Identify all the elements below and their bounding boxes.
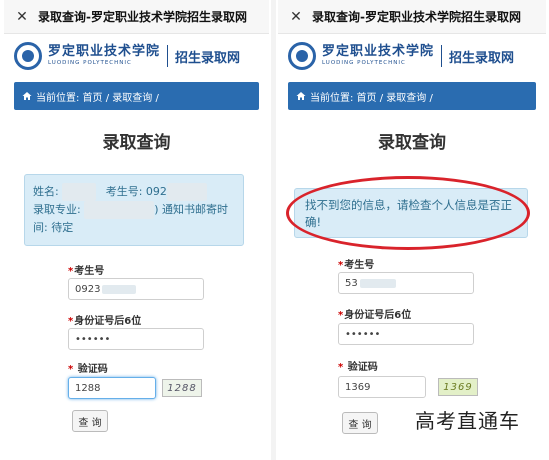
window-title: 录取查询-罗定职业技术学院招生录取网 bbox=[38, 10, 247, 24]
watermark-text: 高考直通车 bbox=[415, 409, 520, 433]
logo-english-name: LUODING POLYTECHNIC bbox=[322, 60, 406, 67]
query-button[interactable]: 查 询 bbox=[72, 410, 108, 432]
exam-no-input[interactable]: 53x bbox=[338, 272, 474, 294]
query-button[interactable]: 查 询 bbox=[342, 412, 378, 434]
id-last6-label: *身份证号后6位 bbox=[68, 316, 142, 327]
logo-chinese-name: 罗定职业技术学院 bbox=[322, 44, 435, 60]
title-bar: ✕ 录取查询-罗定职业技术学院招生录取网 bbox=[4, 0, 269, 34]
result-exam-no-label: 考生号: 092 bbox=[105, 185, 167, 198]
site-name: 招生录取网 bbox=[449, 50, 515, 66]
college-emblem-icon bbox=[14, 42, 42, 70]
close-icon[interactable]: ✕ bbox=[286, 9, 306, 25]
college-emblem-icon bbox=[288, 42, 316, 70]
id-last6-label: *身份证号后6位 bbox=[338, 310, 412, 321]
site-logo[interactable]: 罗定职业技术学院 LUODING POLYTECHNIC 招生录取网 bbox=[278, 34, 546, 78]
id-last6-input[interactable]: •••••• bbox=[338, 323, 474, 345]
exam-no-label: *考生号 bbox=[338, 260, 375, 271]
left-screenshot: ✕ 录取查询-罗定职业技术学院招生录取网 罗定职业技术学院 LUODING PO… bbox=[4, 0, 269, 460]
captcha-input[interactable]: 1369 bbox=[338, 376, 426, 398]
captcha-image[interactable]: 1288 bbox=[162, 379, 202, 397]
result-name-label: 姓名: bbox=[33, 185, 63, 198]
breadcrumb-text[interactable]: 当前位置: 首页 / 录取查询 / bbox=[36, 89, 159, 104]
home-icon[interactable] bbox=[296, 91, 306, 101]
captcha-label: * 验证码 bbox=[68, 364, 108, 375]
red-highlight-ellipse bbox=[286, 176, 530, 250]
exam-no-input[interactable]: 0923x bbox=[68, 278, 204, 300]
admission-result-box: 姓名: x 考生号: 092x 录取专业: x) 通知书邮寄时间: 待定 bbox=[24, 174, 244, 246]
site-name: 招生录取网 bbox=[175, 50, 241, 66]
captcha-image[interactable]: 1369 bbox=[438, 378, 478, 396]
exam-no-label: *考生号 bbox=[68, 266, 105, 277]
title-bar: ✕ 录取查询-罗定职业技术学院招生录取网 bbox=[278, 0, 546, 34]
close-icon[interactable]: ✕ bbox=[12, 9, 32, 25]
breadcrumb-text[interactable]: 当前位置: 首页 / 录取查询 / bbox=[310, 89, 433, 104]
page-title: 录取查询 bbox=[378, 133, 446, 153]
screenshot-divider bbox=[271, 0, 276, 460]
logo-english-name: LUODING POLYTECHNIC bbox=[48, 60, 132, 67]
logo-chinese-name: 罗定职业技术学院 bbox=[48, 44, 161, 60]
window-title: 录取查询-罗定职业技术学院招生录取网 bbox=[312, 10, 521, 24]
home-icon[interactable] bbox=[22, 91, 32, 101]
captcha-label: * 验证码 bbox=[338, 362, 378, 373]
id-last6-input[interactable]: •••••• bbox=[68, 328, 204, 350]
right-screenshot: ✕ 录取查询-罗定职业技术学院招生录取网 罗定职业技术学院 LUODING PO… bbox=[278, 0, 546, 460]
breadcrumb: 当前位置: 首页 / 录取查询 / bbox=[288, 82, 536, 110]
page-title: 录取查询 bbox=[102, 133, 171, 153]
site-logo[interactable]: 罗定职业技术学院 LUODING POLYTECHNIC 招生录取网 bbox=[4, 34, 269, 78]
result-major-label: 录取专业: bbox=[33, 203, 85, 216]
captcha-input[interactable]: 1288 bbox=[68, 377, 156, 399]
breadcrumb: 当前位置: 首页 / 录取查询 / bbox=[14, 82, 259, 110]
